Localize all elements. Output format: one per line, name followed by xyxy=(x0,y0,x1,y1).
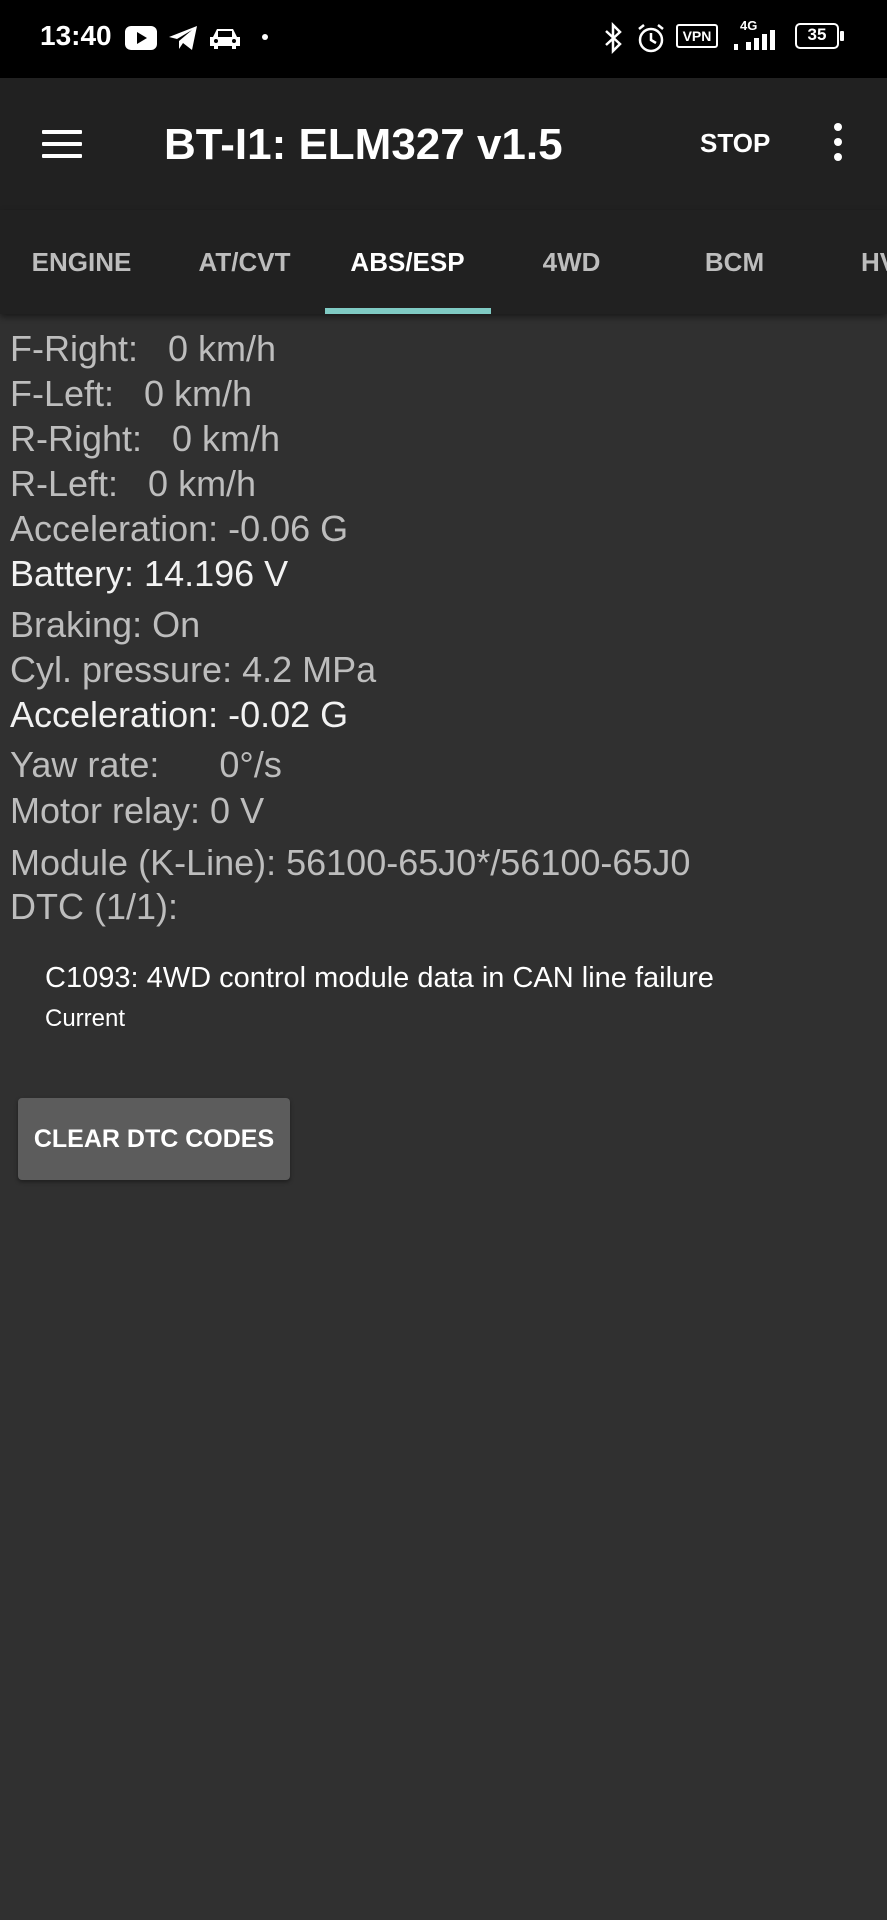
dtc-status: Current xyxy=(45,1005,126,1032)
tab-bcm[interactable]: BCM xyxy=(653,210,816,314)
battery-voltage: Battery: 14.196 V xyxy=(10,553,289,594)
yaw-rate: Yaw rate: 0°/s xyxy=(10,744,282,785)
acceleration-1: Acceleration: -0.06 G xyxy=(10,508,349,549)
tab-abs-esp[interactable]: ABS/ESP xyxy=(326,210,489,314)
app-title: BT-I1: ELM327 v1.5 xyxy=(164,120,563,169)
r-left-speed: R-Left: 0 km/h xyxy=(10,463,257,504)
car-icon xyxy=(210,29,240,49)
vpn-icon: VPN xyxy=(676,24,718,48)
f-left-speed: F-Left: 0 km/h xyxy=(10,373,253,414)
bluetooth-icon xyxy=(605,22,622,54)
cylinder-pressure: Cyl. pressure: 4.2 MPa xyxy=(10,649,377,690)
acceleration-2: Acceleration: -0.02 G xyxy=(10,694,349,735)
clear-dtc-button[interactable]: CLEAR DTC CODES xyxy=(18,1098,290,1180)
dtc-header: DTC (1/1): xyxy=(10,886,179,927)
dot-icon xyxy=(262,34,268,40)
signal-4g-icon: 4G xyxy=(732,18,780,52)
tab-bar: ENGINE AT/CVT ABS/ESP 4WD BCM HV xyxy=(0,210,887,314)
battery-icon: 35 xyxy=(795,23,845,51)
active-tab-indicator xyxy=(325,308,491,314)
more-vert-icon[interactable] xyxy=(820,118,856,168)
braking-status: Braking: On xyxy=(10,604,201,645)
tab-hv[interactable]: HV xyxy=(816,210,887,314)
tab-engine[interactable]: ENGINE xyxy=(0,210,163,314)
youtube-icon xyxy=(125,26,157,50)
status-time: 13:40 xyxy=(40,20,112,51)
hamburger-menu-icon[interactable] xyxy=(40,126,86,162)
tab-at-cvt[interactable]: AT/CVT xyxy=(163,210,326,314)
f-right-speed: F-Right: 0 km/h xyxy=(10,328,277,369)
module-id: Module (K-Line): 56100-65J0*/56100-65J0 xyxy=(10,842,691,883)
app-bar: BT-I1: ELM327 v1.5 STOP xyxy=(0,78,887,210)
alarm-icon xyxy=(638,24,664,53)
status-bar: 13:40 VPN 4G 35 xyxy=(0,0,887,78)
r-right-speed: R-Right: 0 km/h xyxy=(10,418,281,459)
stop-button[interactable]: STOP xyxy=(700,128,770,159)
tab-4wd[interactable]: 4WD xyxy=(490,210,653,314)
motor-relay: Motor relay: 0 V xyxy=(10,790,265,831)
telegram-icon xyxy=(169,26,197,50)
dtc-code: C1093: 4WD control module data in CAN li… xyxy=(45,962,714,994)
battery-level: 35 xyxy=(807,25,827,44)
